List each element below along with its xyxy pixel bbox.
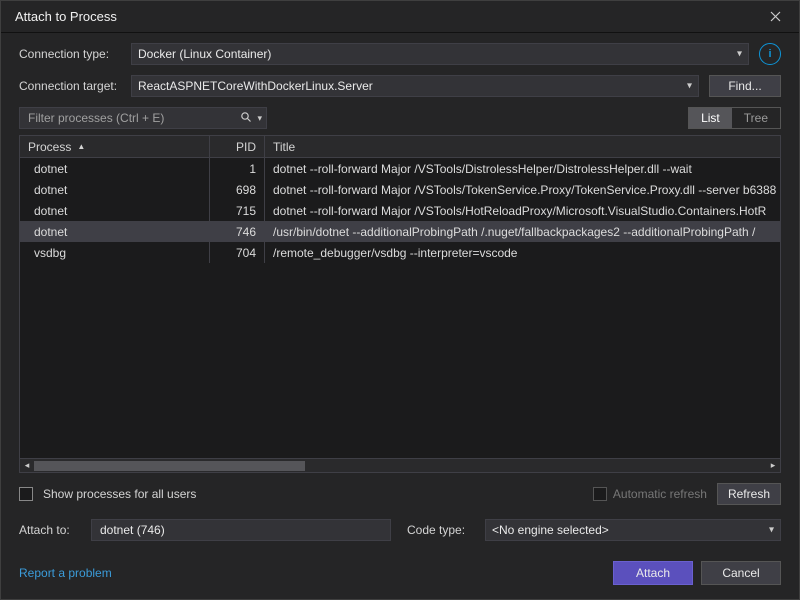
table-body: dotnet1dotnet --roll-forward Major /VSTo… bbox=[20, 158, 780, 458]
table-row[interactable]: dotnet1dotnet --roll-forward Major /VSTo… bbox=[20, 158, 780, 179]
scroll-right-icon[interactable]: ▸ bbox=[766, 459, 780, 473]
cell-pid: 746 bbox=[210, 221, 265, 242]
cell-title: /remote_debugger/vsdbg --interpreter=vsc… bbox=[265, 242, 780, 263]
code-type-value: <No engine selected> bbox=[492, 523, 609, 537]
cell-process: dotnet bbox=[20, 200, 210, 221]
chevron-down-icon[interactable]: ▾ bbox=[254, 113, 262, 124]
view-toggle: List Tree bbox=[688, 107, 781, 129]
filter-input[interactable]: Filter processes (Ctrl + E) ▾ bbox=[19, 107, 267, 129]
connection-target-value: ReactASPNETCoreWithDockerLinux.Server bbox=[138, 79, 373, 93]
horizontal-scrollbar[interactable]: ◂ ▸ bbox=[20, 458, 780, 472]
chevron-down-icon: ▾ bbox=[769, 525, 774, 536]
connection-type-value: Docker (Linux Container) bbox=[138, 47, 271, 61]
cell-process: dotnet bbox=[20, 221, 210, 242]
window-title: Attach to Process bbox=[15, 9, 755, 24]
cell-process: dotnet bbox=[20, 179, 210, 200]
refresh-button[interactable]: Refresh bbox=[717, 483, 781, 505]
connection-type-combo[interactable]: Docker (Linux Container) ▾ bbox=[131, 43, 749, 65]
search-icon[interactable] bbox=[238, 111, 254, 126]
table-row[interactable]: dotnet698dotnet --roll-forward Major /VS… bbox=[20, 179, 780, 200]
connection-target-combo[interactable]: ReactASPNETCoreWithDockerLinux.Server ▾ bbox=[131, 75, 699, 97]
scroll-left-icon[interactable]: ◂ bbox=[20, 459, 34, 473]
show-all-users-checkbox[interactable] bbox=[19, 487, 33, 501]
table-row[interactable]: dotnet746/usr/bin/dotnet --additionalPro… bbox=[20, 221, 780, 242]
process-table: Process ▲ PID Title dotnet1dotnet --roll… bbox=[19, 135, 781, 473]
view-tree-toggle[interactable]: Tree bbox=[732, 108, 780, 128]
connection-type-row: Connection type: Docker (Linux Container… bbox=[19, 43, 781, 65]
report-problem-link[interactable]: Report a problem bbox=[19, 566, 112, 580]
cell-process: dotnet bbox=[20, 158, 210, 179]
connection-type-label: Connection type: bbox=[19, 47, 131, 61]
close-icon[interactable] bbox=[755, 2, 795, 32]
show-all-users-label: Show processes for all users bbox=[43, 487, 196, 501]
chevron-down-icon: ▾ bbox=[687, 81, 692, 92]
info-icon[interactable]: i bbox=[759, 43, 781, 65]
cancel-button[interactable]: Cancel bbox=[701, 561, 781, 585]
cell-title: dotnet --roll-forward Major /VSTools/Hot… bbox=[265, 200, 780, 221]
auto-refresh-checkbox[interactable] bbox=[593, 487, 607, 501]
cell-title: dotnet --roll-forward Major /VSTools/Tok… bbox=[265, 179, 780, 200]
sort-asc-icon: ▲ bbox=[77, 142, 85, 151]
column-pid[interactable]: PID bbox=[210, 136, 265, 157]
view-list-toggle[interactable]: List bbox=[689, 108, 732, 128]
column-title[interactable]: Title bbox=[265, 136, 780, 157]
cell-pid: 698 bbox=[210, 179, 265, 200]
attach-to-label: Attach to: bbox=[19, 523, 81, 537]
filter-placeholder: Filter processes (Ctrl + E) bbox=[28, 111, 238, 125]
find-button[interactable]: Find... bbox=[709, 75, 781, 97]
cell-process: vsdbg bbox=[20, 242, 210, 263]
table-row[interactable]: dotnet715dotnet --roll-forward Major /VS… bbox=[20, 200, 780, 221]
code-type-label: Code type: bbox=[407, 523, 475, 537]
table-header: Process ▲ PID Title bbox=[20, 136, 780, 158]
cell-title: /usr/bin/dotnet --additionalProbingPath … bbox=[265, 221, 780, 242]
connection-target-row: Connection target: ReactASPNETCoreWithDo… bbox=[19, 75, 781, 97]
column-process[interactable]: Process ▲ bbox=[20, 136, 210, 157]
scroll-thumb[interactable] bbox=[34, 461, 305, 471]
code-type-combo[interactable]: <No engine selected> ▾ bbox=[485, 519, 781, 541]
connection-target-label: Connection target: bbox=[19, 79, 131, 93]
cell-pid: 715 bbox=[210, 200, 265, 221]
auto-refresh-label: Automatic refresh bbox=[613, 487, 707, 501]
table-row[interactable]: vsdbg704/remote_debugger/vsdbg --interpr… bbox=[20, 242, 780, 263]
cell-pid: 1 bbox=[210, 158, 265, 179]
attach-button[interactable]: Attach bbox=[613, 561, 693, 585]
chevron-down-icon: ▾ bbox=[737, 49, 742, 60]
cell-title: dotnet --roll-forward Major /VSTools/Dis… bbox=[265, 158, 780, 179]
attach-to-process-dialog: Attach to Process Connection type: Docke… bbox=[0, 0, 800, 600]
attach-to-input[interactable]: dotnet (746) bbox=[91, 519, 391, 541]
titlebar: Attach to Process bbox=[1, 1, 799, 33]
cell-pid: 704 bbox=[210, 242, 265, 263]
